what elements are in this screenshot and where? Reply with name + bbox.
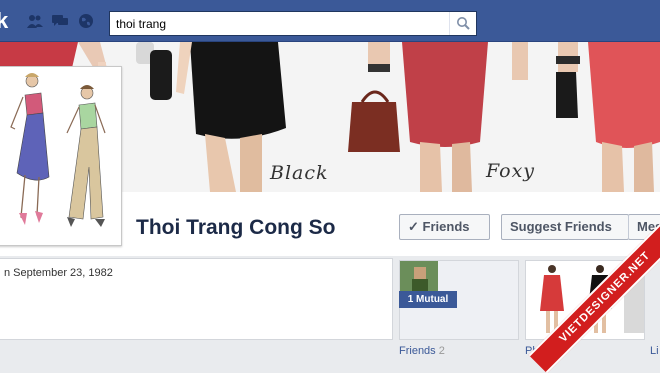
search-icon xyxy=(457,17,470,30)
search-box[interactable] xyxy=(109,11,477,36)
birthday-info: n September 23, 1982 xyxy=(4,267,113,279)
friends-count: 2 xyxy=(438,345,445,357)
checkmark-icon: ✓ xyxy=(408,219,419,234)
top-bar: k xyxy=(0,0,660,42)
suggest-friends-button[interactable]: Suggest Friends xyxy=(501,214,629,240)
cover-caption-black: Black xyxy=(270,162,329,184)
friends-button-label: Friends xyxy=(422,219,470,234)
mutual-friends-badge[interactable]: 1 Mutual xyxy=(399,291,457,308)
friends-button[interactable]: ✓ Friends xyxy=(399,214,490,240)
page-title[interactable]: Thoi Trang Cong So xyxy=(136,216,335,240)
friends-app-label[interactable]: Friends 2 xyxy=(399,345,445,357)
suggest-friends-label: Suggest Friends xyxy=(510,219,612,234)
fashion-sketch-image xyxy=(0,67,119,243)
notifications-globe-icon[interactable] xyxy=(77,13,95,29)
facebook-logo[interactable]: k xyxy=(0,8,8,34)
friends-icon[interactable] xyxy=(26,13,44,29)
cover-caption-foxy: Foxy xyxy=(486,160,536,182)
next-app-label[interactable]: Li xyxy=(650,345,659,357)
search-input[interactable] xyxy=(116,16,446,31)
messages-icon[interactable] xyxy=(51,13,69,29)
profile-picture[interactable] xyxy=(0,66,122,246)
search-button[interactable] xyxy=(449,12,476,35)
